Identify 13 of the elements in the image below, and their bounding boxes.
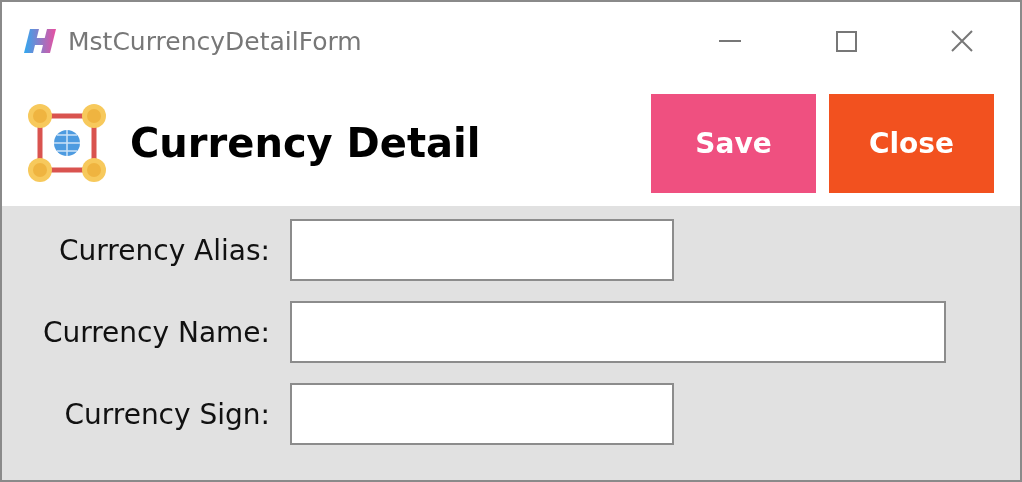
window-title: MstCurrencyDetailForm (68, 26, 363, 56)
close-icon[interactable] (951, 30, 973, 52)
form-heading: Currency Detail (130, 120, 482, 166)
maximize-icon[interactable] (835, 30, 857, 52)
close-button[interactable]: Close (829, 93, 994, 193)
input-field[interactable] (290, 383, 674, 445)
field-label: Currency Name: (41, 315, 271, 349)
field-label: Currency Sign: (63, 397, 271, 431)
input-field[interactable] (290, 301, 946, 363)
field-label: Currency Alias: (58, 233, 271, 267)
currency-exchange-icon (26, 102, 108, 184)
input-field[interactable] (290, 219, 674, 281)
save-button[interactable]: Save (651, 93, 816, 193)
